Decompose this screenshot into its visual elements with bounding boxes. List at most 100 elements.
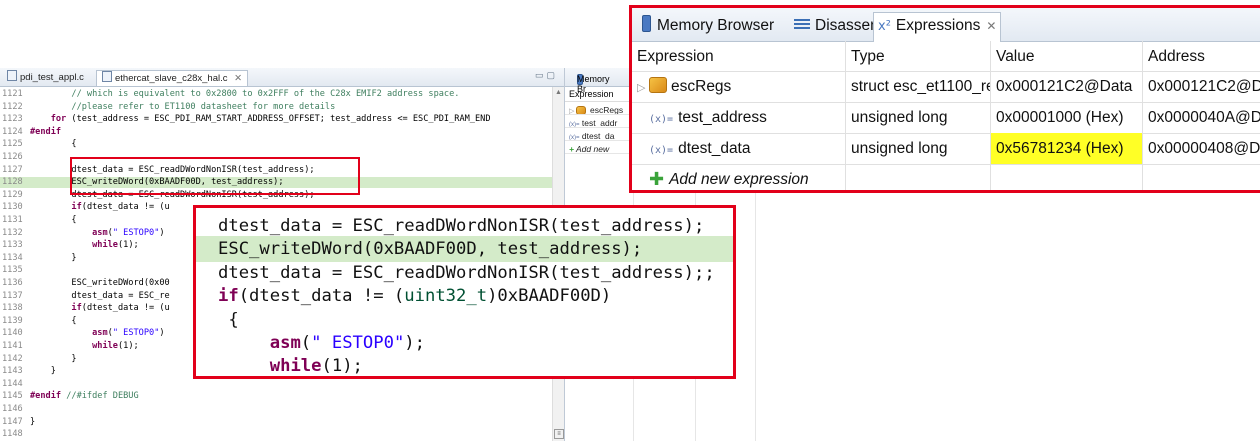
- variable-icon: (x)=: [649, 145, 674, 156]
- line-number: 1124: [2, 126, 23, 137]
- column-header-expression[interactable]: Expression: [632, 41, 846, 71]
- table-row[interactable]: ▷ escRegs struct esc_et1100_re... 0x00012…: [632, 71, 1260, 103]
- code-token: asm: [92, 328, 108, 339]
- c-file-icon: [102, 71, 112, 82]
- code-line[interactable]: 1121 // which is equivalent to 0x2800 to…: [0, 89, 552, 100]
- table-row[interactable]: (x)= test_address unsigned long 0x0000100…: [632, 102, 1260, 134]
- code-token: ESC_writeDWord(0xBAADF00D, test_address)…: [218, 239, 643, 260]
- code-token: if: [218, 286, 239, 307]
- expression-cell[interactable]: ▷ escRegs: [632, 71, 846, 102]
- code-line[interactable]: 1144: [0, 379, 552, 390]
- code-token: //#ifdef DEBUG: [61, 391, 139, 402]
- tab-label: Expressions: [895, 17, 981, 34]
- tab-expressions[interactable]: x² Expressions ✕: [873, 12, 1002, 42]
- zoomed-code-line: ESC_writeDWord(0xBAADF00D, test_address)…: [196, 236, 733, 263]
- code-token: }: [30, 252, 77, 263]
- scroll-up-icon[interactable]: ▲: [555, 89, 562, 96]
- line-number: 1143: [2, 366, 23, 377]
- struct-icon: [649, 77, 667, 93]
- expression-cell[interactable]: (x)= dtest_data: [632, 133, 846, 164]
- line-number: 1127: [2, 164, 23, 175]
- address-cell: 0x00000408@Da...: [1143, 133, 1260, 164]
- type-cell: unsigned long: [846, 133, 991, 164]
- expression-name: dtest_data: [678, 140, 751, 157]
- zoomed-code-line: while(1);: [196, 353, 733, 377]
- add-expression-cell[interactable]: ✚ Add new expression: [632, 164, 846, 190]
- code-token: asm: [92, 227, 108, 238]
- column-header-address[interactable]: Address: [1143, 41, 1260, 71]
- code-line[interactable]: 1123 for (test_address = ESC_PDI_RAM_STA…: [0, 114, 552, 125]
- code-token: asm: [269, 333, 301, 353]
- memory-browser-icon: [642, 15, 651, 32]
- line-number: 1145: [2, 391, 23, 402]
- line-number: 1144: [2, 378, 23, 389]
- code-token: }: [30, 353, 77, 364]
- line-number: 1134: [2, 252, 23, 263]
- tab-pdi-test-appl[interactable]: pdi_test_appl.c: [2, 70, 89, 85]
- minimize-maximize-icons[interactable]: ▭▢: [535, 70, 558, 81]
- code-line[interactable]: 1146: [0, 404, 552, 415]
- line-number: 1142: [2, 353, 23, 364]
- line-number: 1128: [2, 177, 23, 188]
- code-token: {: [30, 315, 77, 326]
- tab-memory-browser[interactable]: Memory Browser: [638, 13, 778, 39]
- tab-ethercat-slave-hal[interactable]: ethercat_slave_c28x_hal.c ✕: [96, 70, 249, 86]
- zoomed-code-line: asm(" ESTOP0");: [196, 330, 733, 356]
- editor-tab-bar: pdi_test_appl.c ethercat_slave_c28x_hal.…: [0, 68, 564, 87]
- code-token: dtest_data = ESC_readDWordNonISR(test_ad…: [218, 216, 705, 236]
- code-line[interactable]: 1124 #endif: [0, 127, 552, 138]
- line-number: 1137: [2, 290, 23, 301]
- line-number: 1139: [2, 315, 23, 326]
- code-token: if: [71, 303, 82, 314]
- code-line[interactable]: 1125 {: [0, 139, 552, 150]
- column-header-value[interactable]: Value: [991, 41, 1143, 71]
- type-cell: struct esc_et1100_re...: [846, 71, 991, 102]
- code-token: (dtest_data != (u: [81, 202, 170, 213]
- c-file-icon: [7, 70, 17, 81]
- code-token: dtest_data = ESC_re: [30, 290, 170, 301]
- expression-cell[interactable]: (x)= test_address: [632, 102, 846, 133]
- line-number: 1141: [2, 341, 23, 351]
- code-token: (1);: [321, 356, 363, 377]
- line-number: 1122: [2, 101, 23, 112]
- zoomed-code-line: dtest_data = ESC_readDWordNonISR(test_ad…: [196, 213, 733, 239]
- empty-cell: [1143, 164, 1260, 190]
- line-number: 1135: [2, 265, 23, 276]
- code-line[interactable]: 1148: [0, 429, 552, 440]
- code-token: //please refer to ET1100 datasheet for m…: [71, 101, 336, 112]
- code-token: ESC_writeDWord(0x00: [30, 278, 170, 288]
- expressions-view[interactable]: Memory Browser Disassembly x² Expressions…: [629, 5, 1260, 193]
- close-icon[interactable]: ✕: [234, 73, 242, 84]
- add-icon: ✚: [649, 169, 665, 190]
- code-token: while: [92, 240, 118, 251]
- overview-icon[interactable]: ≡: [554, 429, 564, 439]
- code-line[interactable]: 1145 #endif //#ifdef DEBUG: [0, 391, 552, 402]
- code-line[interactable]: 1147}: [0, 417, 552, 428]
- value-cell[interactable]: 0x000121C2@Data: [991, 71, 1143, 102]
- expand-arrow-icon[interactable]: ▷: [637, 72, 649, 102]
- code-token: while: [269, 356, 322, 377]
- value-cell[interactable]: 0x00001000 (Hex): [991, 102, 1143, 133]
- column-header-type[interactable]: Type: [846, 41, 991, 71]
- line-number: 1132: [2, 227, 23, 238]
- code-token: (dtest_data != (: [238, 286, 405, 307]
- expression-name: escRegs: [671, 78, 732, 95]
- line-number: 1121: [2, 89, 23, 99]
- zoomed-code-line: {: [196, 307, 733, 333]
- disassembly-icon: [794, 19, 810, 31]
- code-token: dtest_data = ESC_readDWordNonISR(test_ad…: [218, 262, 715, 283]
- code-line[interactable]: 1122 //please refer to ET1100 datasheet …: [0, 102, 552, 113]
- close-icon[interactable]: ✕: [986, 19, 996, 33]
- value-cell-changed[interactable]: 0x56781234 (Hex): [991, 133, 1143, 164]
- line-number: 1125: [2, 139, 23, 150]
- address-cell: 0x000121C2@Data: [1143, 71, 1260, 102]
- add-expression-row[interactable]: ✚ Add new expression: [632, 164, 1260, 190]
- table-row[interactable]: (x)= dtest_data unsigned long 0x56781234 …: [632, 133, 1260, 165]
- line-number: 1147: [2, 416, 23, 427]
- code-token: #endif: [30, 391, 62, 402]
